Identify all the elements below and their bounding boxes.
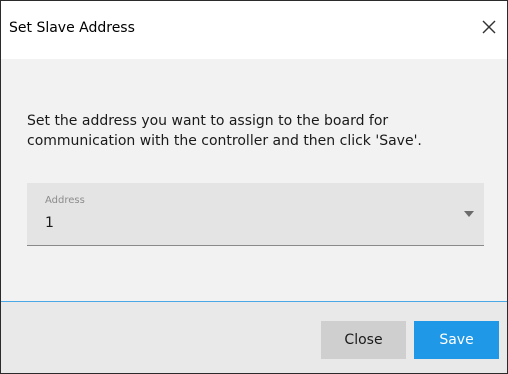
save-button[interactable]: Save [414,321,499,359]
chevron-down-icon [464,211,474,217]
close-button[interactable]: Close [321,321,406,359]
close-icon[interactable] [479,17,499,37]
dialog-content: Set the address you want to assign to th… [1,59,507,301]
address-value: 1 [45,215,54,231]
address-dropdown[interactable]: Address 1 [27,183,484,246]
dialog-title: Set Slave Address [9,20,135,36]
title-bar: Set Slave Address [1,1,507,59]
dialog-footer: Close Save [1,302,507,373]
instruction-message: Set the address you want to assign to th… [27,113,422,149]
set-slave-address-dialog: Set Slave Address Set the address you wa… [0,0,508,374]
address-label: Address [45,195,85,206]
